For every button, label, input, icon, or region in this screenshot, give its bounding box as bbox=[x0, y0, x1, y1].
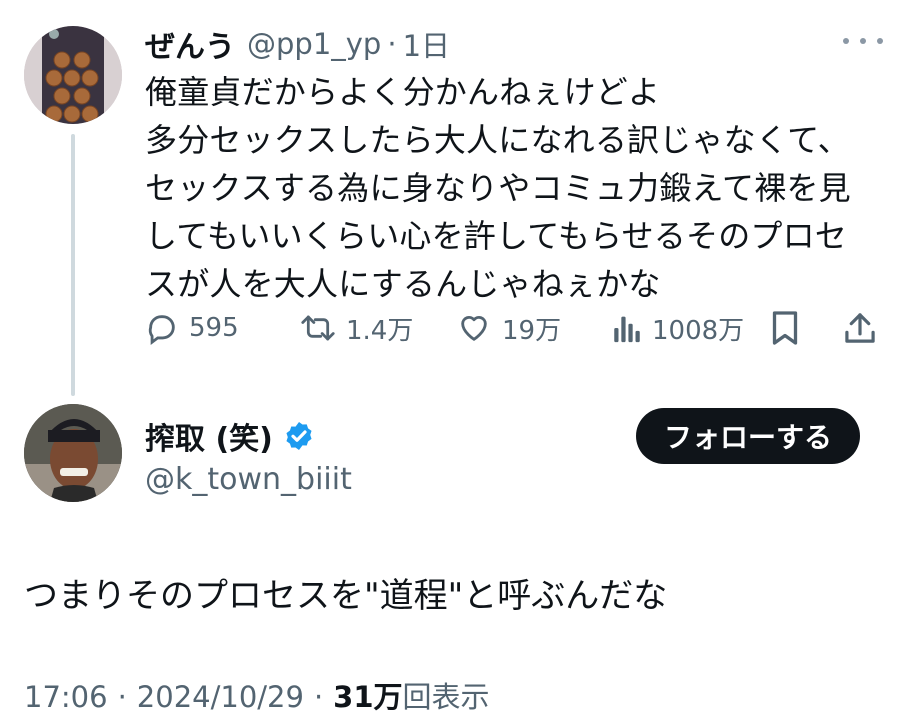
tweet-text-line: 俺童貞だからよく分かんねぇけどよ bbox=[145, 73, 661, 111]
reply-icon bbox=[148, 315, 175, 345]
tweet-header: ぜんう @pp1_yp · 1日 bbox=[145, 22, 450, 66]
retweet-icon bbox=[301, 315, 335, 341]
views-count: 31万 bbox=[333, 680, 403, 714]
views-label: 回表示 bbox=[402, 680, 490, 714]
bookmark-button[interactable] bbox=[770, 306, 800, 350]
avatar-zenu[interactable] bbox=[24, 26, 122, 124]
retweet-button[interactable]: 1.4万 bbox=[300, 306, 413, 350]
tweet-text: 俺童貞だからよく分かんねぇけどよ 多分セックスしたら大人になれる訳じゃなくて、 … bbox=[145, 68, 885, 308]
display-name[interactable]: ぜんう bbox=[145, 22, 235, 66]
reply-text: つまりそのプロセスを"道程"と呼ぶんだな bbox=[24, 576, 668, 616]
post-time[interactable]: 1日 bbox=[403, 23, 450, 65]
post-footer: 17:06 · 2024/10/29 · 31万 回表示 bbox=[24, 674, 490, 716]
tweet-text-line: 多分セックスしたら大人になれる訳じゃなくて、 bbox=[145, 121, 850, 159]
tweet-text-line: してもいいくらい心を許してもらせるそのプロセ bbox=[145, 217, 848, 255]
analytics-icon bbox=[614, 316, 640, 343]
more-dots-icon[interactable] bbox=[843, 26, 883, 56]
view-count: 1008万 bbox=[652, 315, 745, 346]
like-button[interactable]: 19万 bbox=[456, 306, 561, 350]
verified-badge-icon bbox=[286, 422, 312, 450]
share-icon bbox=[845, 313, 875, 343]
separator: · bbox=[387, 27, 397, 61]
post-date[interactable]: 2024/10/29 bbox=[137, 680, 304, 714]
reply-button[interactable]: 595 bbox=[145, 306, 239, 350]
display-name[interactable]: 搾取 (笑) bbox=[145, 414, 273, 458]
follow-button[interactable]: フォローする bbox=[636, 408, 860, 464]
retweet-count: 1.4万 bbox=[346, 315, 414, 346]
separator: · bbox=[313, 680, 324, 714]
thread-line bbox=[71, 134, 75, 396]
user-handle[interactable]: @k_town_biiit bbox=[145, 462, 352, 497]
views-button[interactable]: 1008万 bbox=[612, 306, 744, 350]
heart-icon bbox=[461, 316, 487, 341]
reply-count: 595 bbox=[189, 313, 239, 343]
user-handle[interactable]: @pp1_yp bbox=[247, 27, 381, 61]
post-timestamp[interactable]: 17:06 bbox=[24, 680, 108, 714]
avatar-k-town[interactable] bbox=[24, 404, 122, 502]
like-count: 19万 bbox=[502, 315, 562, 346]
bookmark-icon bbox=[772, 311, 798, 345]
share-button[interactable] bbox=[844, 306, 876, 350]
tweet-text-line: スが人を大人にするんじゃねぇかな bbox=[145, 265, 661, 303]
tweet-text-line: セックスする為に身なりやコミュ力鍛えて裸を見 bbox=[145, 169, 851, 207]
separator: · bbox=[117, 680, 127, 714]
reply-user-name[interactable]: 搾取 (笑) bbox=[145, 414, 315, 458]
